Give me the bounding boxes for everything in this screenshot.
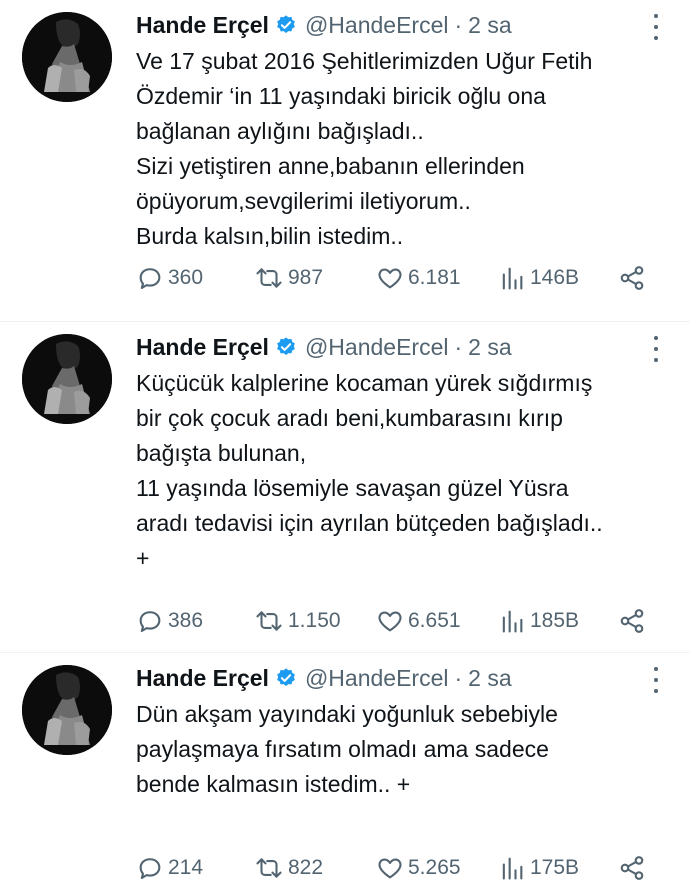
- action-bar: 214 822 5.265 175B: [136, 853, 650, 883]
- more-vertical-icon[interactable]: [652, 667, 660, 693]
- display-name[interactable]: Hande Erçel: [136, 665, 269, 692]
- more-vertical-icon[interactable]: [652, 336, 660, 362]
- retweet-count: 1.150: [288, 609, 341, 632]
- views-button[interactable]: 146B: [498, 263, 579, 293]
- display-name[interactable]: Hande Erçel: [136, 334, 269, 361]
- separator-dot: ·: [454, 664, 463, 691]
- avatar[interactable]: [22, 334, 112, 424]
- tweet-text: Küçücük kalplerine kocaman yürek sığdırm…: [136, 366, 670, 576]
- tweet-text-line: bağlanan aylığını bağışladı..: [136, 118, 424, 144]
- share-icon: [620, 856, 644, 880]
- like-button[interactable]: 5.265: [376, 853, 461, 883]
- views-count: 146B: [530, 266, 580, 289]
- views-button[interactable]: 185B: [498, 606, 579, 636]
- heart-icon: [378, 858, 402, 879]
- retweet-icon: [256, 268, 282, 288]
- retweet-count: 987: [288, 266, 324, 289]
- reply-bubble-icon: [139, 268, 161, 289]
- reply-button[interactable]: 214: [136, 853, 203, 883]
- like-button[interactable]: 6.651: [376, 606, 461, 636]
- tweet[interactable]: Hande Erçel @HandeErcel · 2 sa Küçücük k…: [0, 322, 690, 653]
- retweet-button[interactable]: 987: [254, 263, 323, 293]
- timestamp[interactable]: 2 sa: [468, 12, 511, 39]
- avatar[interactable]: [22, 12, 112, 102]
- tweet-text-line: aradı tedavisi için ayrılan bütçeden bağ…: [136, 510, 603, 536]
- display-name[interactable]: Hande Erçel: [136, 12, 269, 39]
- views-bar-chart-icon: [502, 857, 523, 880]
- retweet-button[interactable]: 822: [254, 853, 323, 883]
- avatar[interactable]: [22, 665, 112, 755]
- reply-button[interactable]: 360: [136, 263, 203, 293]
- share-button[interactable]: [618, 853, 650, 883]
- tweet-header: Hande Erçel @HandeErcel · 2 sa: [136, 661, 512, 695]
- user-handle[interactable]: @HandeErcel: [305, 334, 449, 361]
- verified-badge-icon: [275, 667, 297, 689]
- tweet-header: Hande Erçel @HandeErcel · 2 sa: [136, 8, 512, 42]
- verified-badge-icon: [275, 336, 297, 358]
- tweet-text-line: Özdemir ‘in 11 yaşındaki biricik oğlu on…: [136, 83, 546, 109]
- retweet-button[interactable]: 1.150: [254, 606, 341, 636]
- action-bar: 360 987 6.181 146B: [136, 263, 650, 293]
- like-count: 6.651: [408, 609, 461, 632]
- heart-icon: [378, 268, 402, 289]
- views-bar-chart-icon: [502, 610, 523, 633]
- reply-button[interactable]: 386: [136, 606, 203, 636]
- views-button[interactable]: 175B: [498, 853, 579, 883]
- reply-bubble-icon: [139, 858, 161, 879]
- like-button[interactable]: 6.181: [376, 263, 461, 293]
- share-icon: [620, 609, 644, 633]
- share-button[interactable]: [618, 606, 650, 636]
- timestamp[interactable]: 2 sa: [468, 334, 511, 361]
- reply-count: 386: [168, 609, 204, 632]
- retweet-icon: [256, 611, 282, 631]
- separator-dot: ·: [454, 11, 463, 38]
- views-count: 185B: [530, 609, 580, 632]
- tweet-text-line: 11 yaşında lösemiyle savaşan güzel Yüsra: [136, 475, 569, 501]
- tweet[interactable]: Hande Erçel @HandeErcel · 2 sa Dün akşam…: [0, 653, 690, 884]
- tweet-text: Dün akşam yayındaki yoğunluk sebebiyle pa…: [136, 697, 670, 802]
- tweet-text-line: bende kalmasın istedim.. +: [136, 771, 411, 797]
- separator-dot: ·: [454, 333, 463, 360]
- tweet-text-line: Küçücük kalplerine kocaman yürek sığdırm…: [136, 370, 593, 396]
- user-handle[interactable]: @HandeErcel: [305, 12, 449, 39]
- share-button[interactable]: [618, 263, 650, 293]
- tweet-text-line: Sizi yetiştiren anne,babanın ellerinden: [136, 153, 525, 179]
- retweet-icon: [256, 858, 282, 878]
- like-count: 6.181: [408, 266, 461, 289]
- more-vertical-icon[interactable]: [652, 14, 660, 40]
- timestamp[interactable]: 2 sa: [468, 665, 511, 692]
- reply-count: 214: [168, 856, 204, 879]
- views-count: 175B: [530, 856, 580, 879]
- tweet-text-line: bağışta bulunan,: [136, 440, 307, 466]
- user-handle[interactable]: @HandeErcel: [305, 665, 449, 692]
- views-bar-chart-icon: [502, 267, 523, 290]
- tweet-text-line: öpüyorum,sevgilerimi iletiyorum..: [136, 188, 471, 214]
- tweet-text: Ve 17 şubat 2016 Şehitlerimizden Uğur Fe…: [136, 44, 670, 254]
- action-bar: 386 1.150 6.651 185B: [136, 606, 650, 636]
- like-count: 5.265: [408, 856, 461, 879]
- tweet-text-line: Ve 17 şubat 2016 Şehitlerimizden Uğur Fe…: [136, 48, 593, 74]
- share-icon: [620, 266, 644, 290]
- verified-badge-icon: [275, 14, 297, 36]
- tweet-text-line: Dün akşam yayındaki yoğunluk sebebiyle: [136, 701, 558, 727]
- tweet-text-line: +: [136, 545, 150, 571]
- tweet-text-line: paylaşmaya fırsatım olmadı ama sadece: [136, 736, 549, 762]
- reply-bubble-icon: [139, 611, 161, 632]
- tweet-text-line: bir çok çocuk aradı beni,kumbarasını kır…: [136, 405, 563, 431]
- reply-count: 360: [168, 266, 204, 289]
- tweet-text-line: Burda kalsın,bilin istedim..: [136, 223, 404, 249]
- retweet-count: 822: [288, 856, 324, 879]
- tweet[interactable]: Hande Erçel @HandeErcel · 2 sa Ve 17 şub…: [0, 0, 690, 322]
- tweet-header: Hande Erçel @HandeErcel · 2 sa: [136, 330, 512, 364]
- heart-icon: [378, 611, 402, 632]
